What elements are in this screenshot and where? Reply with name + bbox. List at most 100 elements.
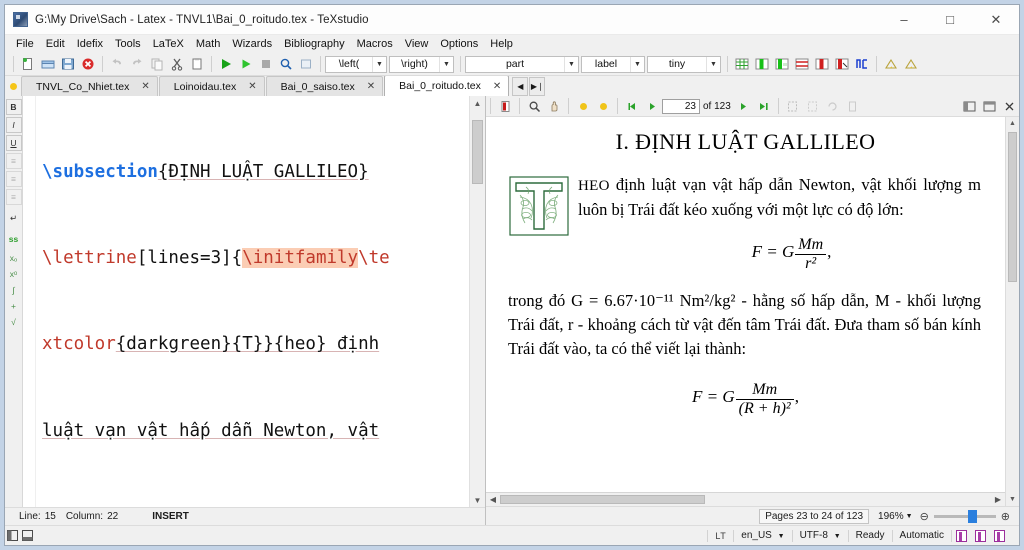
rotate-icon[interactable]	[823, 97, 843, 115]
save-file-icon[interactable]	[58, 55, 78, 73]
bookmark-2-icon[interactable]	[975, 529, 986, 542]
minimize-button[interactable]: –	[881, 5, 927, 34]
tab-bai-0-saiso[interactable]: Bai_0_saiso.tex ✕	[265, 76, 384, 96]
paste-icon[interactable]	[187, 55, 207, 73]
menu-wizards[interactable]: Wizards	[226, 37, 278, 51]
table-tools-icon[interactable]	[852, 55, 872, 73]
view-pdf-icon[interactable]	[276, 55, 296, 73]
tab-close-icon[interactable]: ✕	[141, 81, 149, 92]
superscript-icon[interactable]: xᵒ	[7, 267, 21, 281]
tab-bai-0-roitudo[interactable]: Bai_0_roitudo.tex ✕	[384, 76, 510, 96]
subscript-icon[interactable]: xₒ	[7, 251, 21, 265]
stop-icon[interactable]	[256, 55, 276, 73]
fit-page-icon[interactable]	[803, 97, 823, 115]
compile-icon[interactable]	[236, 55, 256, 73]
pdf-page[interactable]: I. ĐỊNH LUẬT GALLILEO HEO định luật vạn …	[486, 117, 1005, 492]
pdf-zoom-level[interactable]: 196%	[878, 511, 904, 522]
pdf-vertical-scrollbar[interactable]: ▲ ▼	[1005, 117, 1019, 506]
menu-help[interactable]: Help	[484, 37, 519, 51]
structure-level-combo[interactable]: part ▼	[465, 55, 579, 73]
close-button[interactable]: ✕	[973, 5, 1019, 34]
tab-loinoidau[interactable]: Loinoidau.tex ✕	[158, 76, 265, 96]
newline-icon[interactable]: ↵	[7, 211, 21, 225]
panel-toggle-bottom-icon[interactable]	[19, 530, 35, 541]
zoom-slider-thumb[interactable]	[967, 509, 977, 523]
scroll-up-icon[interactable]: ▲	[470, 96, 485, 110]
dock-icon[interactable]	[959, 97, 979, 115]
tab-scroll-right-icon[interactable]: ▶❘	[529, 77, 546, 96]
encoding-selector[interactable]: UTF-8 ▼	[793, 530, 848, 541]
bold-icon[interactable]: B	[5, 99, 22, 115]
menu-options[interactable]: Options	[434, 37, 484, 51]
open-pdf-icon[interactable]	[495, 97, 515, 115]
maximize-button[interactable]: □	[927, 5, 973, 34]
build-and-view-icon[interactable]	[216, 55, 236, 73]
label-type-combo[interactable]: label ▼	[581, 55, 645, 73]
scroll-thumb[interactable]	[1008, 132, 1017, 282]
warning-up-icon[interactable]	[881, 55, 901, 73]
back-icon[interactable]	[622, 97, 642, 115]
table-rule-icon[interactable]	[792, 55, 812, 73]
menu-math[interactable]: Math	[190, 37, 226, 51]
close-file-icon[interactable]	[78, 55, 98, 73]
italic-icon[interactable]: I	[5, 117, 22, 133]
zoom-in-icon[interactable]: ⊕	[1001, 510, 1010, 523]
fit-width-icon[interactable]	[783, 97, 803, 115]
scroll-up-icon[interactable]: ▲	[1006, 117, 1019, 130]
smallcaps-icon[interactable]: ss	[7, 232, 21, 246]
highlight-prev-icon[interactable]	[573, 97, 593, 115]
language-selector[interactable]: en_US ▼	[734, 530, 791, 541]
menu-tools[interactable]: Tools	[109, 37, 147, 51]
magnify-icon[interactable]	[524, 97, 544, 115]
copy-icon[interactable]	[147, 55, 167, 73]
hand-tool-icon[interactable]	[544, 97, 564, 115]
clear-markers-icon[interactable]	[296, 55, 316, 73]
bookmark-3-icon[interactable]	[994, 529, 1005, 542]
pdf-horizontal-scrollbar[interactable]: ◀ ▶	[486, 492, 1005, 506]
zoom-slider[interactable]	[933, 509, 996, 523]
remove-column-icon[interactable]	[812, 55, 832, 73]
tab-close-icon[interactable]: ✕	[493, 81, 501, 92]
open-file-icon[interactable]	[38, 55, 58, 73]
sqrt-icon[interactable]: √	[7, 315, 21, 329]
panel-toggle-left-icon[interactable]	[5, 530, 19, 541]
bookmark-marker-icon[interactable]	[5, 76, 21, 96]
new-file-icon[interactable]	[18, 55, 38, 73]
table-grid-icon[interactable]	[732, 55, 752, 73]
menu-file[interactable]: File	[10, 37, 40, 51]
align-center-icon[interactable]: ≡	[5, 171, 22, 187]
remove-row-icon[interactable]	[832, 55, 852, 73]
pdf-page-input[interactable]: 23	[662, 98, 700, 114]
highlight-next-icon[interactable]	[593, 97, 613, 115]
menu-view[interactable]: View	[399, 37, 435, 51]
menu-latex[interactable]: LaTeX	[147, 37, 190, 51]
tab-close-icon[interactable]: ✕	[367, 81, 375, 92]
page-last-icon[interactable]	[754, 97, 774, 115]
scroll-down-icon[interactable]: ▼	[470, 493, 485, 507]
scroll-right-icon[interactable]: ▶	[991, 495, 1005, 504]
add-row-icon[interactable]	[772, 55, 792, 73]
menu-edit[interactable]: Edit	[40, 37, 71, 51]
sum-icon[interactable]: +	[7, 299, 21, 313]
page-first-icon[interactable]	[734, 97, 754, 115]
add-column-icon[interactable]	[752, 55, 772, 73]
tab-scroll-left-icon[interactable]: ◀	[512, 77, 529, 96]
align-left-icon[interactable]: ≡	[5, 153, 22, 169]
languagetool-badge[interactable]: LT	[708, 531, 733, 541]
hscroll-thumb[interactable]	[500, 495, 705, 504]
left-delimiter-combo[interactable]: \left( ▼	[325, 55, 387, 73]
menu-idefix[interactable]: Idefix	[71, 37, 109, 51]
menu-bibliography[interactable]: Bibliography	[278, 37, 351, 51]
scroll-thumb[interactable]	[472, 120, 483, 184]
undo-icon[interactable]	[107, 55, 127, 73]
code-editor[interactable]: \subsection{ĐỊNH LUẬT GALLILEO} \lettrin…	[36, 96, 469, 507]
chevron-down-icon[interactable]: ▼	[906, 513, 913, 520]
float-icon[interactable]	[979, 97, 999, 115]
scroll-down-icon[interactable]: ▼	[1006, 493, 1019, 506]
warning-down-icon[interactable]	[901, 55, 921, 73]
right-delimiter-combo[interactable]: \right) ▼	[389, 55, 454, 73]
close-panel-icon[interactable]	[999, 97, 1019, 115]
cut-icon[interactable]	[167, 55, 187, 73]
single-page-icon[interactable]	[843, 97, 863, 115]
bookmark-1-icon[interactable]	[956, 529, 967, 542]
